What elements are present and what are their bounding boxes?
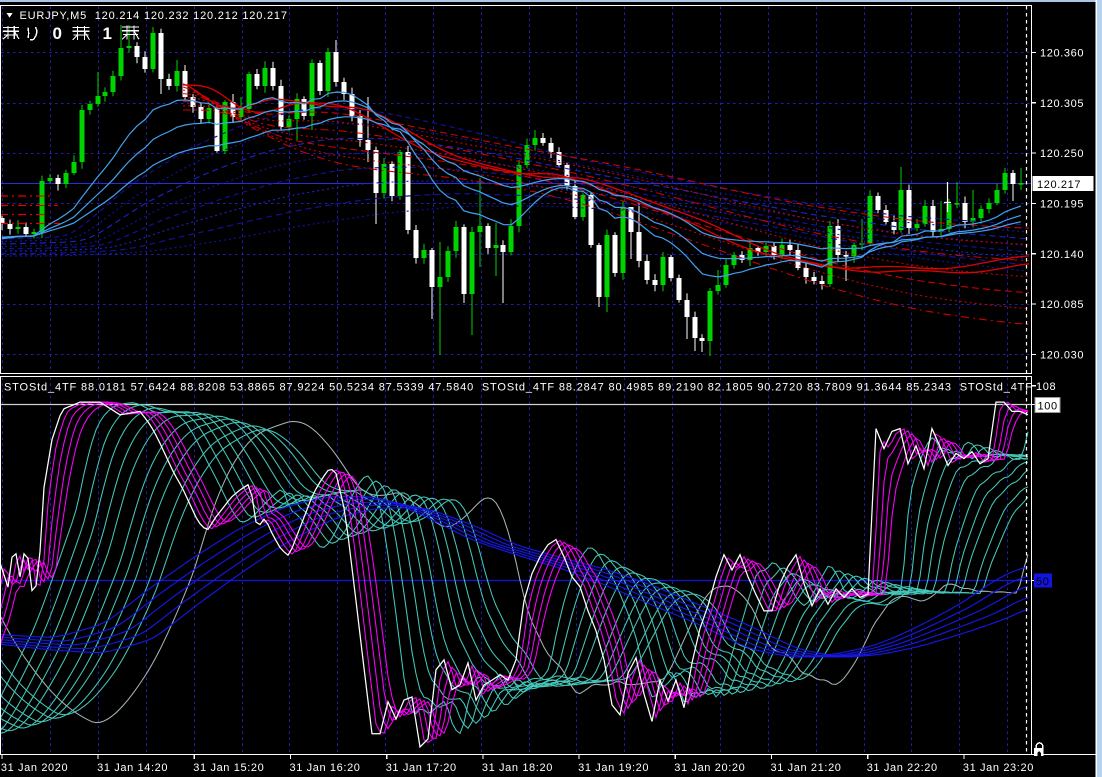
svg-text:100: 100 bbox=[1038, 401, 1058, 413]
svg-text:120.217: 120.217 bbox=[1037, 179, 1081, 191]
svg-text:31 Jan 17:20: 31 Jan 17:20 bbox=[386, 762, 457, 774]
svg-text:STOStd_4TF 88.0181 57.6424 88.: STOStd_4TF 88.0181 57.6424 88.8208 53.88… bbox=[4, 382, 1062, 394]
svg-text:0: 0 bbox=[53, 24, 62, 43]
svg-text:31 Jan 16:20: 31 Jan 16:20 bbox=[290, 762, 361, 774]
svg-text:31 Jan 21:20: 31 Jan 21:20 bbox=[771, 762, 842, 774]
svg-text:31 Jan 2020: 31 Jan 2020 bbox=[1, 762, 68, 774]
svg-text:31 Jan 15:20: 31 Jan 15:20 bbox=[193, 762, 264, 774]
svg-text:120.195: 120.195 bbox=[1040, 199, 1084, 211]
svg-text:120.305: 120.305 bbox=[1040, 98, 1084, 110]
svg-text:120.360: 120.360 bbox=[1040, 47, 1084, 59]
svg-text:31 Jan 18:20: 31 Jan 18:20 bbox=[482, 762, 553, 774]
svg-text:EURJPY,M5 120.214 120.232 120: EURJPY,M5 120.214 120.232 120.212 120.21… bbox=[20, 10, 288, 22]
svg-text:31 Jan 20:20: 31 Jan 20:20 bbox=[674, 762, 745, 774]
svg-text:31 Jan 19:20: 31 Jan 19:20 bbox=[578, 762, 649, 774]
svg-text:120.030: 120.030 bbox=[1040, 350, 1084, 362]
svg-text:1: 1 bbox=[103, 24, 112, 43]
svg-text:31 Jan 22:20: 31 Jan 22:20 bbox=[867, 762, 938, 774]
svg-text:120.140: 120.140 bbox=[1040, 249, 1084, 261]
svg-text:50: 50 bbox=[1036, 576, 1049, 588]
svg-text:108: 108 bbox=[1036, 381, 1056, 393]
svg-text:120.250: 120.250 bbox=[1040, 148, 1084, 160]
svg-text:31 Jan 14:20: 31 Jan 14:20 bbox=[97, 762, 168, 774]
svg-text:31 Jan 23:20: 31 Jan 23:20 bbox=[963, 762, 1034, 774]
svg-text:120.085: 120.085 bbox=[1040, 299, 1084, 311]
